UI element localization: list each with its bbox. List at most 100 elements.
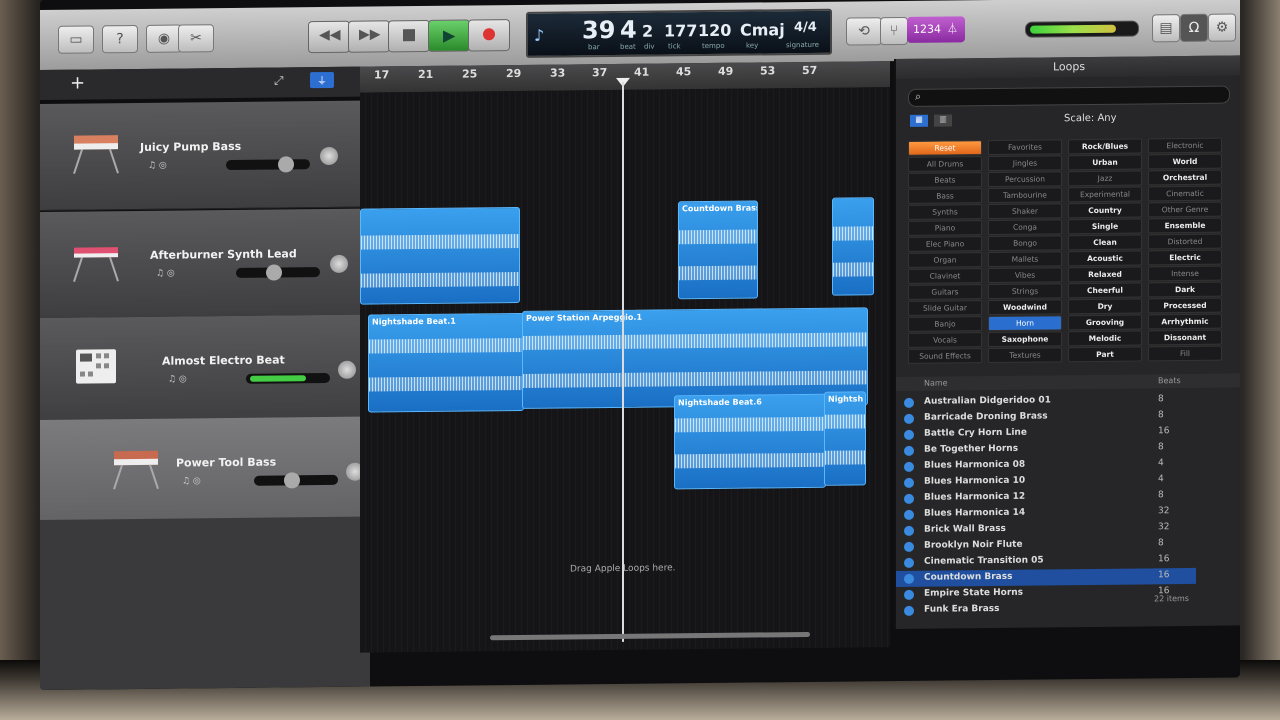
record-button[interactable]	[468, 19, 510, 52]
tuner-button[interactable]: ⑂	[880, 16, 908, 46]
keyword-button[interactable]: Bass	[908, 188, 982, 204]
play-button[interactable]: ▶	[428, 19, 470, 52]
pan-knob[interactable]	[330, 254, 348, 273]
keyword-button[interactable]: Cinematic	[1148, 185, 1222, 202]
smart-controls-button[interactable]: ◉	[146, 24, 182, 53]
loop-search-input[interactable]: ⌕	[908, 85, 1230, 107]
mute-solo-icons[interactable]: ♫ ◎	[182, 476, 201, 486]
keyword-button[interactable]: Vibes	[988, 267, 1062, 284]
loop-browser-button[interactable]: Ω	[1180, 13, 1208, 43]
keyword-button[interactable]: Urban	[1068, 154, 1142, 171]
master-volume-meter[interactable]	[1025, 20, 1139, 38]
loop-preview-icon[interactable]	[904, 525, 914, 536]
keyword-button[interactable]: Banjo	[908, 316, 982, 332]
keyword-button[interactable]: Favorites	[988, 139, 1062, 156]
loop-preview-icon[interactable]	[904, 477, 914, 488]
keyword-button[interactable]: Relaxed	[1068, 266, 1142, 283]
loop-preview-icon[interactable]	[904, 605, 914, 616]
loop-preview-icon[interactable]	[904, 461, 914, 472]
keyword-button[interactable]: Clean	[1068, 234, 1142, 251]
beats-column-header[interactable]: Beats	[1158, 376, 1181, 385]
region-nightshade-beat-6[interactable]: Nightshade Beat.6	[674, 393, 826, 490]
keyword-button[interactable]: Slide Guitar	[908, 300, 982, 316]
keyword-button[interactable]: Sound Effects	[908, 348, 982, 364]
track-1[interactable]: Juicy Pump Bass ♫ ◎	[40, 100, 360, 211]
keyword-button[interactable]: Textures	[988, 347, 1062, 364]
track-volume-slider[interactable]	[254, 472, 338, 489]
keyword-button[interactable]: Strings	[988, 283, 1062, 300]
forward-button[interactable]: ▶▶	[348, 20, 390, 53]
keyword-button[interactable]: Orchestral	[1148, 169, 1222, 186]
loop-preview-icon[interactable]	[904, 397, 914, 408]
help-button[interactable]: ?	[102, 24, 138, 54]
keyword-button[interactable]: Cheerful	[1068, 282, 1142, 299]
keyword-button[interactable]: Piano	[908, 220, 982, 236]
button-view-icon[interactable]: ▦	[910, 114, 928, 127]
track-volume-slider[interactable]	[226, 156, 310, 173]
keyword-button[interactable]: Electric	[1148, 249, 1222, 266]
keyword-button[interactable]: Woodwind	[988, 299, 1062, 316]
track-volume-slider[interactable]	[236, 264, 320, 281]
keyword-button[interactable]: Experimental	[1068, 186, 1142, 203]
keyword-button[interactable]: Intense	[1148, 265, 1222, 282]
keyword-button[interactable]: Reset	[908, 140, 982, 156]
keyword-button[interactable]: Elec Piano	[908, 236, 982, 252]
editors-button[interactable]: ✂	[178, 24, 214, 53]
name-column-header[interactable]: Name	[924, 378, 948, 387]
catch-playhead-icon[interactable]: ⤢	[274, 73, 284, 88]
keyword-button[interactable]: Clavinet	[908, 268, 982, 284]
add-track-icon[interactable]: +	[70, 73, 85, 94]
playhead[interactable]	[622, 81, 624, 642]
keyword-button[interactable]: Arrhythmic	[1148, 313, 1222, 330]
keyword-button[interactable]: Dissonant	[1148, 329, 1222, 346]
library-button[interactable]: ▭	[58, 25, 94, 54]
stop-button[interactable]	[388, 19, 430, 53]
keyword-button[interactable]: Dark	[1148, 281, 1222, 298]
cycle-button[interactable]: ⟲	[846, 17, 882, 46]
pan-knob[interactable]	[338, 360, 356, 379]
keyword-button[interactable]: Saxophone	[988, 331, 1062, 348]
region-countdown-brass-2[interactable]	[832, 197, 874, 296]
keyword-button[interactable]: Guitars	[908, 284, 982, 300]
keyword-button[interactable]: Horn	[988, 315, 1062, 332]
scale-selector[interactable]: Scale: Any	[1064, 113, 1117, 125]
keyword-button[interactable]: Distorted	[1148, 233, 1222, 250]
lcd-display[interactable]: ♪ 39 4 2 177 120 Cmaj 4/4 bar beat div t…	[526, 8, 832, 58]
loop-list-item[interactable]: Funk Era Brass	[896, 600, 1196, 619]
keyword-button[interactable]: Fill	[1148, 345, 1222, 362]
media-browser-button[interactable]: ⚙	[1208, 13, 1236, 42]
column-view-icon[interactable]: ▥	[934, 114, 952, 127]
region-nightshade-beat-1[interactable]: Nightshade Beat.1	[368, 312, 524, 413]
track-4[interactable]: Power Tool Bass ♫ ◎	[40, 416, 370, 527]
pan-knob[interactable]	[320, 146, 338, 166]
region-nightshade-beat-7[interactable]: Nightsh	[824, 391, 866, 486]
note-pad-button[interactable]: ▤	[1152, 14, 1180, 43]
keyword-button[interactable]: Percussion	[988, 171, 1062, 188]
keyword-button[interactable]: Bongo	[988, 235, 1062, 252]
keyword-button[interactable]: All Drums	[908, 156, 982, 172]
loop-preview-icon[interactable]	[904, 589, 914, 600]
keyword-button[interactable]: Single	[1068, 218, 1142, 235]
keyword-button[interactable]: Jingles	[988, 155, 1062, 172]
loop-preview-icon[interactable]	[904, 541, 914, 552]
loop-preview-icon[interactable]	[904, 493, 914, 504]
region-countdown-brass[interactable]: Countdown Brass	[678, 200, 758, 300]
loop-preview-icon[interactable]	[904, 445, 914, 456]
track-2[interactable]: Afterburner Synth Lead ♫ ◎	[40, 208, 360, 319]
keyword-button[interactable]: Beats	[908, 172, 982, 188]
mute-solo-icons[interactable]: ♫ ◎	[148, 161, 167, 171]
rewind-button[interactable]: ◀◀	[308, 20, 350, 54]
keyword-button[interactable]: Organ	[908, 252, 982, 268]
keyword-button[interactable]: Jazz	[1068, 170, 1142, 187]
keyword-button[interactable]: Acoustic	[1068, 250, 1142, 267]
mute-solo-icons[interactable]: ♫ ◎	[156, 269, 175, 279]
keyword-button[interactable]: Electronic	[1148, 137, 1222, 154]
keyword-button[interactable]: Part	[1068, 346, 1142, 363]
keyword-button[interactable]: Dry	[1068, 298, 1142, 315]
filter-icon[interactable]: ⏚	[310, 71, 334, 89]
keyword-button[interactable]: Vocals	[908, 332, 982, 348]
loop-preview-icon[interactable]	[904, 413, 914, 424]
keyword-button[interactable]: Mallets	[988, 251, 1062, 268]
track-volume-slider[interactable]	[246, 372, 330, 384]
loop-preview-icon[interactable]	[904, 509, 914, 520]
